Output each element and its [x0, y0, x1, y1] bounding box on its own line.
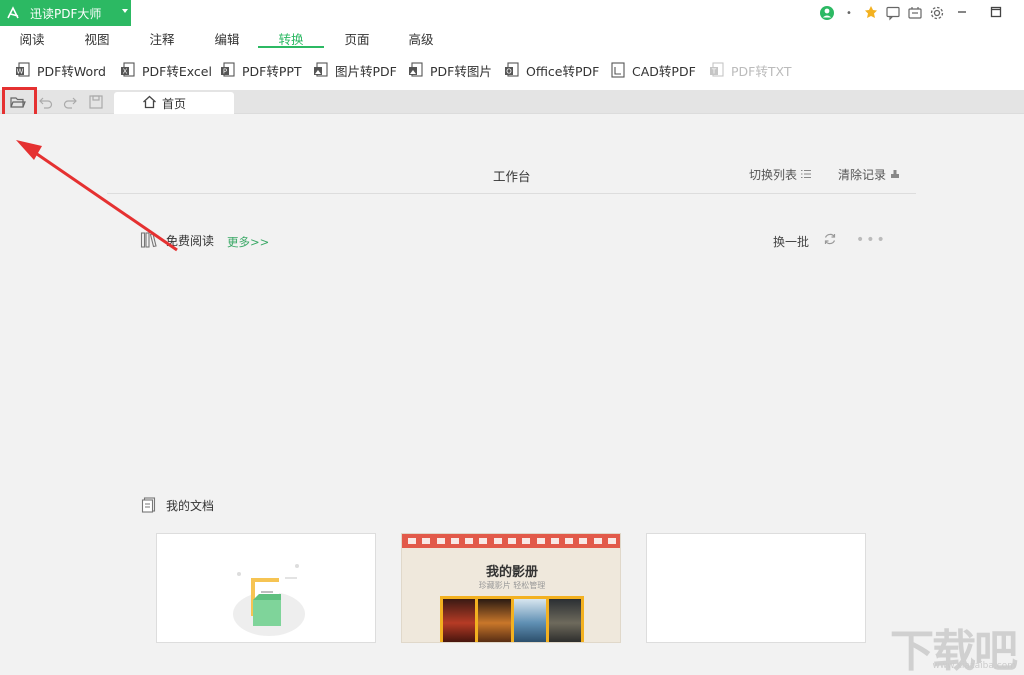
- blank-document-card[interactable]: [646, 533, 866, 643]
- more-options-icon[interactable]: •••: [856, 232, 887, 248]
- workbench-title: 工作台: [493, 169, 531, 184]
- broom-icon: [890, 168, 900, 182]
- svg-text:T: T: [711, 68, 717, 76]
- image-doc-icon: [312, 61, 330, 79]
- app-title: 迅读PDF大师: [30, 6, 102, 21]
- pdf-to-ppt-label: PDF转PPT: [242, 63, 302, 79]
- refresh-batch-button[interactable]: 换一批: [773, 233, 809, 250]
- album-title: 我的影册: [485, 565, 538, 580]
- word-doc-icon: W: [14, 61, 32, 79]
- tab-page[interactable]: 页面: [343, 29, 371, 50]
- switch-list-label: 切换列表: [749, 168, 798, 182]
- tab-read[interactable]: 阅读: [18, 29, 46, 50]
- minimize-icon[interactable]: [950, 0, 974, 24]
- svg-text:P: P: [223, 68, 227, 76]
- maximize-icon[interactable]: [984, 0, 1008, 24]
- clear-records-button[interactable]: 清除记录: [838, 166, 900, 183]
- tab-view[interactable]: 视图: [83, 29, 111, 50]
- tab-advanced[interactable]: 高级: [407, 29, 435, 50]
- office-to-pdf-button[interactable]: O Office转PDF: [503, 60, 599, 80]
- home-icon: [142, 95, 157, 112]
- image-to-pdf-button[interactable]: 图片转PDF: [312, 60, 397, 80]
- app-menu-button[interactable]: 迅读PDF大师: [0, 0, 131, 26]
- svg-text:O: O: [506, 68, 512, 76]
- title-bar: 迅读PDF大师 •: [0, 0, 1024, 26]
- vip-badge-icon[interactable]: [860, 3, 882, 23]
- watermark: 下载吧 www.xiazaiba.com: [890, 615, 1020, 675]
- settings-gear-icon[interactable]: [926, 3, 948, 23]
- close-icon[interactable]: [1018, 0, 1024, 24]
- free-read-header: 免费阅读: [140, 231, 214, 249]
- poster-image: [548, 599, 581, 642]
- free-read-title: 免费阅读: [166, 233, 215, 248]
- pdf-to-excel-label: PDF转Excel: [142, 63, 212, 79]
- redo-icon[interactable]: [61, 94, 79, 110]
- chevron-down-icon: [122, 9, 128, 13]
- user-avatar-icon[interactable]: [816, 3, 838, 23]
- undo-icon[interactable]: [37, 94, 55, 110]
- skin-icon[interactable]: [904, 3, 926, 23]
- empty-document-card[interactable]: [156, 533, 376, 643]
- tab-annotate[interactable]: 注释: [148, 29, 176, 50]
- office-to-pdf-label: Office转PDF: [526, 63, 600, 79]
- image-doc-icon: [407, 61, 425, 79]
- pdf-to-image-button[interactable]: PDF转图片: [407, 60, 492, 80]
- ppt-doc-icon: P: [219, 61, 237, 79]
- refresh-icon[interactable]: [823, 232, 837, 249]
- cad-to-pdf-button[interactable]: CAD转PDF: [609, 60, 696, 80]
- more-link[interactable]: 更多>>: [227, 234, 269, 250]
- pdf-to-excel-button[interactable]: X PDF转Excel: [119, 60, 212, 80]
- empty-folder-illustration: [233, 564, 305, 636]
- switch-list-button[interactable]: 切换列表: [749, 166, 812, 183]
- movie-posters: [440, 596, 584, 642]
- album-template-card[interactable]: 我的影册 珍藏影片 轻松管理: [401, 533, 621, 643]
- pdf-to-txt-button[interactable]: T PDF转TXT: [708, 60, 791, 80]
- watermark-url: www.xiazaiba.com: [932, 661, 1016, 671]
- dot-icon: •: [846, 7, 852, 19]
- svg-text:W: W: [17, 68, 24, 76]
- poster-image: [443, 599, 476, 642]
- poster-image: [478, 599, 511, 642]
- pdf-to-ppt-button[interactable]: P PDF转PPT: [219, 60, 302, 80]
- tab-edit[interactable]: 编辑: [213, 29, 241, 50]
- pdf-to-image-label: PDF转图片: [430, 63, 492, 79]
- books-icon: [140, 231, 158, 249]
- svg-text:X: X: [123, 68, 128, 76]
- film-strip: [402, 534, 620, 548]
- clear-records-label: 清除记录: [838, 168, 887, 182]
- tab-home[interactable]: 首页: [114, 92, 234, 114]
- pdf-to-word-button[interactable]: W PDF转Word: [14, 60, 106, 80]
- txt-doc-icon: T: [708, 61, 726, 79]
- save-icon[interactable]: [87, 94, 105, 110]
- office-doc-icon: O: [503, 61, 521, 79]
- documents-icon: [140, 496, 158, 514]
- my-documents-title: 我的文档: [166, 498, 215, 513]
- excel-doc-icon: X: [119, 61, 137, 79]
- home-tab-label: 首页: [162, 96, 187, 111]
- app-logo-icon: [0, 0, 26, 26]
- workbench-divider: [107, 193, 916, 194]
- message-icon[interactable]: [882, 3, 904, 23]
- my-documents-header: 我的文档: [140, 496, 214, 514]
- main-menu: 阅读 视图 注释 编辑 转换 页面 高级: [0, 26, 1024, 50]
- image-to-pdf-label: 图片转PDF: [335, 63, 397, 79]
- active-tab-indicator: [258, 46, 324, 48]
- list-icon: [801, 168, 812, 182]
- convert-toolbar: W PDF转Word X PDF转Excel P PDF转PPT 图片转PDF …: [0, 56, 1024, 84]
- pdf-to-txt-label: PDF转TXT: [731, 63, 792, 79]
- poster-image: [513, 599, 546, 642]
- album-subtitle: 珍藏影片 轻松管理: [478, 581, 546, 590]
- cad-doc-icon: [609, 61, 627, 79]
- cad-to-pdf-label: CAD转PDF: [632, 63, 696, 79]
- pdf-to-word-label: PDF转Word: [37, 63, 106, 79]
